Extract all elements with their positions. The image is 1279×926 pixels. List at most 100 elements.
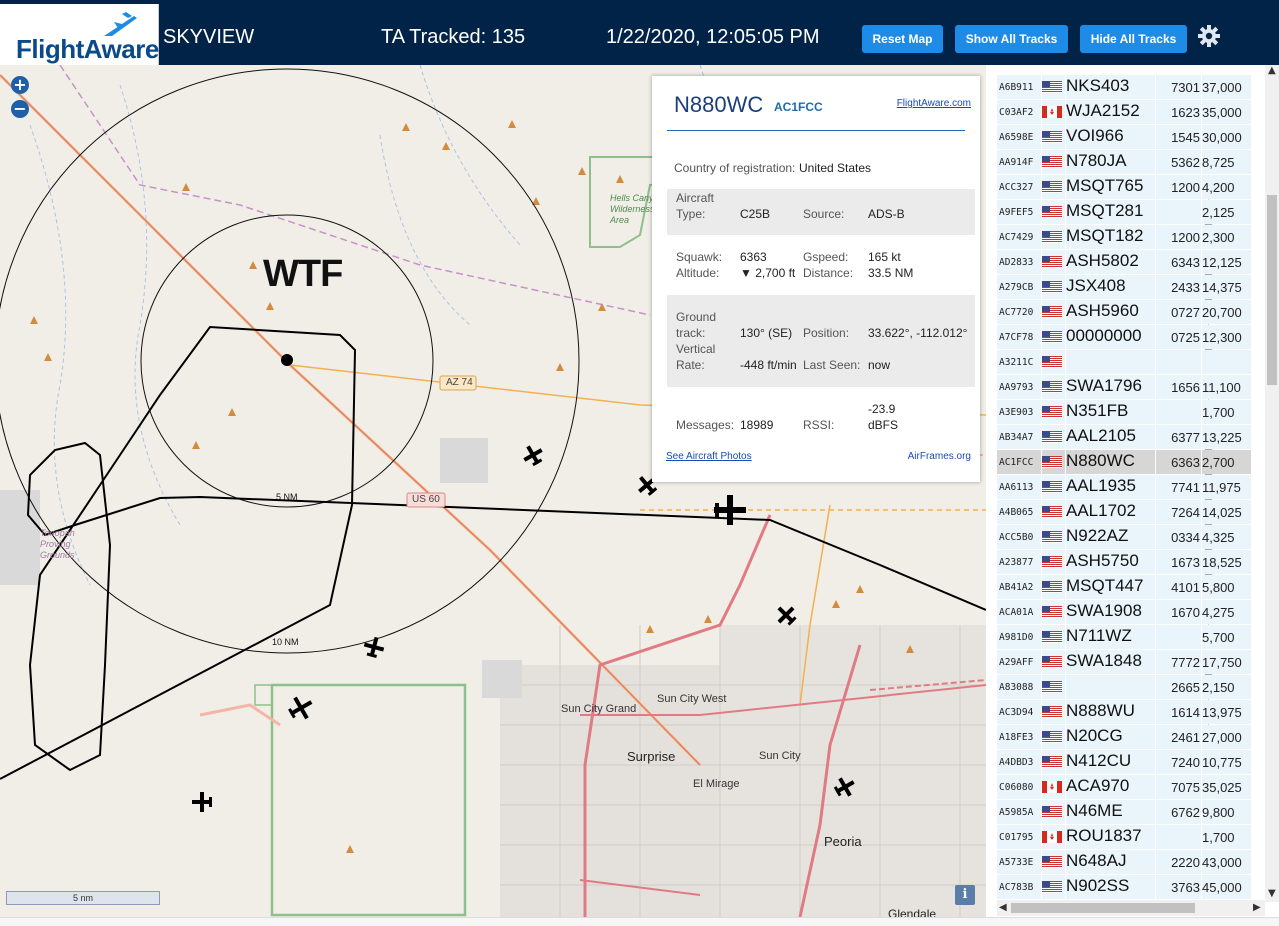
scroll-right-arrow-icon[interactable]: ▶: [1253, 902, 1261, 913]
show-all-tracks-button[interactable]: Show All Tracks: [955, 25, 1068, 53]
popup-hex: AC1FCC: [774, 100, 823, 114]
row-ident: WJA2152: [1066, 101, 1140, 120]
row-hex: A6B911: [999, 82, 1034, 93]
column-divider: [1155, 575, 1156, 599]
column-divider: [1155, 625, 1156, 649]
scroll-up-arrow-icon[interactable]: ▲: [1268, 65, 1276, 76]
us-flag-icon: [1042, 356, 1062, 368]
table-row[interactable]: A29AFFSWA1848777217,750 ▼: [997, 650, 1251, 685]
aircraft-photos-link[interactable]: See Aircraft Photos: [666, 451, 752, 462]
table-row[interactable]: A4DBD3 N412CU 7240 10,775: [997, 750, 1251, 775]
row-ident: N902SS: [1066, 876, 1130, 895]
table-row[interactable]: AC783B N902SS 3763 45,000: [997, 875, 1251, 900]
row-ident: ASH5802: [1066, 251, 1139, 270]
column-divider: [1155, 700, 1156, 724]
aircraft-table[interactable]: A6B911 NKS403 7301 37,000 C03AF2 WJA2152 1623 3…: [986, 65, 1279, 917]
airframes-link[interactable]: AirFrames.org: [908, 451, 971, 462]
us-flag-icon: [1042, 481, 1062, 493]
row-squawk: 4101: [1171, 580, 1200, 595]
flightaware-link[interactable]: FlightAware.com: [897, 98, 971, 109]
table-row[interactable]: AA914F N780JA 5362 8,725: [997, 150, 1251, 175]
column-divider: [1041, 350, 1042, 374]
row-ident: ASH5960: [1066, 301, 1139, 320]
table-row[interactable]: ACC327MSQT76512004,200 ▲: [997, 175, 1251, 210]
range-label-5nm: 5 NM: [276, 492, 298, 502]
row-altitude: 1,700: [1202, 830, 1235, 845]
scroll-down-arrow-icon[interactable]: ▼: [1268, 888, 1276, 899]
table-row[interactable]: A18FE3 N20CG 2461 27,000: [997, 725, 1251, 750]
distance-label: Distance:: [803, 266, 854, 280]
table-row[interactable]: ACA01ASWA190816704,275 ▲: [997, 600, 1251, 635]
hide-all-tracks-button[interactable]: Hide All Tracks: [1080, 25, 1187, 53]
table-row[interactable]: A981D0 N711WZ 5,700: [997, 625, 1251, 650]
table-row[interactable]: AA6113AAL1935774111,975 ▼: [997, 475, 1251, 510]
table-row[interactable]: A5985A N46ME 6762 9,800: [997, 800, 1251, 825]
us-flag-icon: [1042, 706, 1062, 718]
reset-map-button[interactable]: Reset Map: [862, 25, 943, 53]
ground-track-label-1: Ground: [676, 310, 717, 324]
row-ident: N46ME: [1066, 801, 1123, 820]
table-row[interactable]: AC1FCCN880WC63632,700 ▼: [997, 450, 1251, 485]
table-row[interactable]: ACC5B0N922AZ03344,325 ▼: [997, 525, 1251, 560]
table-vertical-scroll-thumb[interactable]: [1267, 195, 1277, 385]
column-divider: [1155, 300, 1156, 324]
scroll-left-arrow-icon[interactable]: ◀: [999, 902, 1007, 913]
table-vertical-scrollbar[interactable]: ▲ ▼: [1265, 65, 1279, 902]
row-hex: AA9793: [999, 382, 1034, 393]
column-divider: [1201, 325, 1202, 349]
table-row[interactable]: A7CF7800000000072512,300 ▼: [997, 325, 1251, 360]
table-row[interactable]: C03AF2 WJA2152 1623 35,000: [997, 100, 1251, 125]
info-button[interactable]: i: [955, 885, 975, 905]
table-row[interactable]: A9FEF5MSQT2812,125 ▼: [997, 200, 1251, 235]
us-flag-icon: [1042, 756, 1062, 768]
row-ident: JSX408: [1066, 276, 1126, 295]
table-horizontal-scrollbar[interactable]: ◀ ▶: [997, 900, 1265, 916]
column-divider: [1201, 400, 1202, 424]
row-ident: 00000000: [1066, 326, 1142, 345]
table-row[interactable]: A8308826652,150 ▲: [997, 675, 1251, 710]
table-row[interactable]: AC7720ASH5960072720,700 ▲: [997, 300, 1251, 335]
column-divider: [1201, 800, 1202, 824]
table-row[interactable]: AB34A7AAL2105637713,225 ▼: [997, 425, 1251, 460]
table-row[interactable]: A6B911 NKS403 7301 37,000: [997, 75, 1251, 100]
column-divider: [1155, 675, 1156, 699]
table-row[interactable]: A4B065AAL1702726414,025 ▼: [997, 500, 1251, 535]
table-row[interactable]: A3211C: [997, 350, 1251, 375]
table-row[interactable]: A23877ASH5750167318,525 ▼: [997, 550, 1251, 585]
row-squawk: 2461: [1171, 730, 1200, 745]
row-hex: C03AF2: [999, 107, 1034, 118]
aircraft-type-value: C25B: [740, 207, 771, 221]
us-flag-icon: [1042, 556, 1062, 568]
zoom-in-button[interactable]: +: [11, 76, 29, 94]
zoom-out-button[interactable]: −: [11, 100, 29, 118]
us-flag-icon: [1042, 381, 1062, 393]
source-label: Source:: [803, 207, 845, 221]
gear-icon[interactable]: [1197, 24, 1221, 48]
table-row[interactable]: AD2833ASH5802634312,125 ▼: [997, 250, 1251, 285]
table-row[interactable]: A279CBJSX408243314,375 ▼: [997, 275, 1251, 310]
table-row[interactable]: C06080 ACA970 7075 35,025: [997, 775, 1251, 800]
column-divider: [1041, 275, 1042, 299]
column-divider: [1041, 575, 1042, 599]
table-row[interactable]: C01795 ROU1837 1,700: [997, 825, 1251, 850]
row-altitude: 30,000: [1202, 130, 1242, 145]
flightaware-logo[interactable]: FlightAware: [0, 4, 159, 65]
row-altitude: 1,700: [1202, 405, 1235, 420]
row-hex: A981D0: [999, 632, 1034, 643]
table-row[interactable]: AB41A2 MSQT447 4101 5,800: [997, 575, 1251, 600]
us-flag-icon: [1042, 581, 1062, 593]
row-squawk: 0334: [1171, 530, 1200, 545]
column-divider: [1065, 250, 1066, 274]
table-row[interactable]: AA9793SWA1796165611,100 ▲: [997, 375, 1251, 410]
row-ident: SWA1908: [1066, 601, 1142, 620]
table-row[interactable]: AC7429 MSQT182 1200 2,300: [997, 225, 1251, 250]
table-row[interactable]: AC3D94N888WU161413,975 ▲: [997, 700, 1251, 735]
vertical-rate-label-2: Rate:: [676, 358, 705, 372]
table-row[interactable]: A6598E VOI966 1545 30,000: [997, 125, 1251, 150]
table-row[interactable]: A5733E N648AJ 2220 43,000: [997, 850, 1251, 875]
table-horizontal-scroll-thumb[interactable]: [1011, 903, 1195, 913]
row-hex: A23877: [999, 557, 1034, 568]
column-divider: [1201, 375, 1202, 399]
table-row[interactable]: A3E903 N351FB 1,700: [997, 400, 1251, 425]
column-divider: [1155, 200, 1156, 224]
